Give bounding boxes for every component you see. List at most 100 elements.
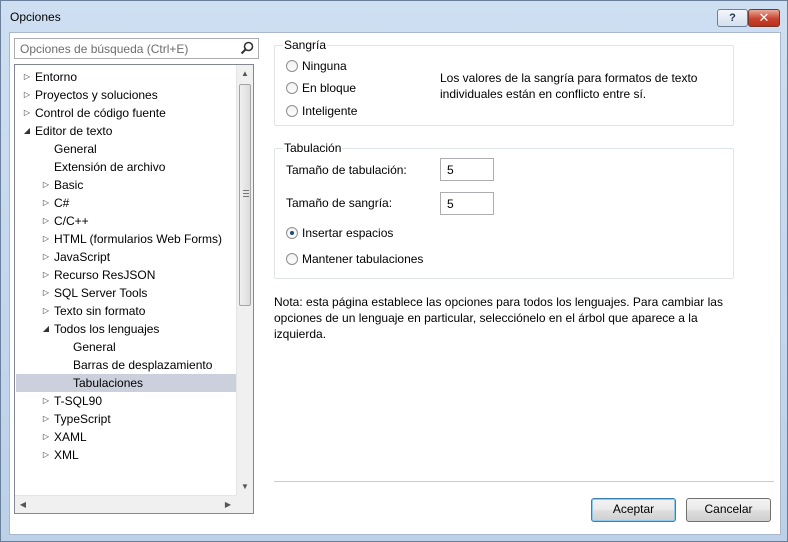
options-dialog: Opciones ? ✕ Opciones de búsqueda (Ctrl+… <box>0 0 788 542</box>
indent-size-field[interactable]: 5 <box>440 192 494 215</box>
radio-label: Inteligente <box>302 104 358 118</box>
radio-circle <box>286 227 298 239</box>
tree-item-label: C/C++ <box>54 214 89 228</box>
tabs-group-title: Tabulación <box>283 141 343 155</box>
tree-item[interactable]: Extensión de archivo <box>16 158 237 176</box>
collapsed-arrow-icon[interactable]: ▷ <box>41 194 51 212</box>
help-button[interactable]: ? <box>717 9 748 27</box>
tree-item[interactable]: ▷ Proyectos y soluciones <box>16 86 237 104</box>
tree-item[interactable]: ▷ HTML (formularios Web Forms) <box>16 230 237 248</box>
indent-size-label: Tamaño de sangría: <box>286 196 393 210</box>
tree-item-label: Extensión de archivo <box>54 160 166 174</box>
tree-item[interactable]: ▷ Basic <box>16 176 237 194</box>
collapsed-arrow-icon[interactable]: ▷ <box>22 104 32 122</box>
tree-item[interactable]: ◢ Editor de texto <box>16 122 237 140</box>
collapsed-arrow-icon[interactable]: ▷ <box>41 392 51 410</box>
indent-conflict-message: Los valores de la sangría para formatos … <box>440 70 697 102</box>
collapsed-arrow-icon[interactable]: ▷ <box>41 212 51 230</box>
tree-item[interactable]: ▷ Texto sin formato <box>16 302 237 320</box>
tree-item-label: Recurso ResJSON <box>54 268 156 282</box>
radio-circle <box>286 82 298 94</box>
tree-item-label: SQL Server Tools <box>54 286 148 300</box>
tree-item-label: General <box>54 142 97 156</box>
message-line: Los valores de la sangría para formatos … <box>440 71 698 85</box>
tab-size-label: Tamaño de tabulación: <box>286 163 407 177</box>
tree-item[interactable]: ▷ Entorno <box>16 68 237 86</box>
collapsed-arrow-icon[interactable]: ▷ <box>41 230 51 248</box>
tree-item-label: T-SQL90 <box>54 394 103 408</box>
tree-item-label: Proyectos y soluciones <box>35 88 158 102</box>
search-placeholder: Opciones de búsqueda (Ctrl+E) <box>20 42 189 56</box>
radio-label: En bloque <box>302 81 357 95</box>
options-tree[interactable]: ▷ Entorno ▷ Proyectos y soluciones ▷ Control … <box>14 64 254 514</box>
tree-item-label: Basic <box>54 178 84 192</box>
close-button[interactable]: ✕ <box>748 9 780 27</box>
tree-item-label: Control de código fuente <box>35 106 166 120</box>
dialog-content: Opciones de búsqueda (Ctrl+E) ▷ Entorno ▷ P… <box>9 32 781 535</box>
message-line: individuales están en conflicto entre sí… <box>440 87 647 101</box>
tree-item[interactable]: Barras de desplazamiento <box>16 356 237 374</box>
collapsed-arrow-icon[interactable]: ▷ <box>41 176 51 194</box>
tree-item-label: Texto sin formato <box>54 304 146 318</box>
tree-item-label: Tabulaciones <box>73 376 144 390</box>
ok-button[interactable]: Aceptar <box>591 498 676 522</box>
tree-item[interactable]: ▷ XML <box>16 446 237 464</box>
collapsed-arrow-icon[interactable]: ▷ <box>41 284 51 302</box>
tree-item-label: Entorno <box>35 70 78 84</box>
tree-item-label: C# <box>54 196 70 210</box>
scroll-down-icon[interactable]: ▼ <box>237 478 253 495</box>
tree-item[interactable]: ▷ TypeScript <box>16 410 237 428</box>
radio-circle <box>286 253 298 265</box>
footer-divider <box>274 481 774 482</box>
tree-item[interactable]: ▷ Control de código fuente <box>16 104 237 122</box>
tree-item[interactable]: ▷ JavaScript <box>16 248 237 266</box>
tree-item-label: TypeScript <box>54 412 111 426</box>
title-bar[interactable]: Opciones ? ✕ <box>1 1 787 33</box>
tree-item[interactable]: ▷ SQL Server Tools <box>16 284 237 302</box>
tree-item-label: Editor de texto <box>35 124 113 138</box>
radio-label: Mantener tabulaciones <box>302 252 424 266</box>
collapsed-arrow-icon[interactable]: ▷ <box>41 248 51 266</box>
tree-item-label: XML <box>54 448 79 462</box>
collapsed-arrow-icon[interactable]: ▷ <box>41 446 51 464</box>
tab-size-field[interactable]: 5 <box>440 158 494 181</box>
tree-vertical-scrollbar[interactable]: ▲ ▼ <box>236 65 253 495</box>
radio-circle <box>286 60 298 72</box>
tree-item[interactable]: ▷ C# <box>16 194 237 212</box>
note-line: izquierda. <box>274 327 327 341</box>
tree-item[interactable]: ▷ Recurso ResJSON <box>16 266 237 284</box>
collapsed-arrow-icon[interactable]: ▷ <box>22 86 32 104</box>
collapsed-arrow-icon[interactable]: ▷ <box>41 428 51 446</box>
tree-item-label: JavaScript <box>54 250 111 264</box>
scroll-left-icon[interactable]: ◀ <box>15 496 31 513</box>
scroll-right-icon[interactable]: ▶ <box>220 496 236 513</box>
tree-item[interactable]: ▷ C/C++ <box>16 212 237 230</box>
radio-label: Ninguna <box>302 59 347 73</box>
collapsed-arrow-icon[interactable]: ▷ <box>22 68 32 86</box>
tree-item[interactable]: ▷ T-SQL90 <box>16 392 237 410</box>
tree-item[interactable]: ▷ XAML <box>16 428 237 446</box>
tree-item-label: General <box>73 340 116 354</box>
search-icon[interactable] <box>240 41 254 55</box>
scroll-thumb[interactable] <box>239 84 251 306</box>
languages-note: Nota: esta página establece las opciones… <box>274 294 723 342</box>
tree-item-label: XAML <box>54 430 87 444</box>
expanded-arrow-icon[interactable]: ◢ <box>22 122 32 140</box>
scroll-up-icon[interactable]: ▲ <box>237 65 253 82</box>
tree-item-label: Barras de desplazamiento <box>73 358 213 372</box>
collapsed-arrow-icon[interactable]: ▷ <box>41 410 51 428</box>
expanded-arrow-icon[interactable]: ◢ <box>41 320 51 338</box>
tree-item[interactable]: General <box>16 338 237 356</box>
search-input[interactable]: Opciones de búsqueda (Ctrl+E) <box>14 38 259 59</box>
tree-item[interactable]: General <box>16 140 237 158</box>
indent-group-title: Sangría <box>283 38 328 52</box>
tree-horizontal-scrollbar[interactable]: ◀ ▶ <box>15 495 236 513</box>
cancel-button[interactable]: Cancelar <box>686 498 771 522</box>
collapsed-arrow-icon[interactable]: ▷ <box>41 266 51 284</box>
radio-label: Insertar espacios <box>302 226 394 240</box>
collapsed-arrow-icon[interactable]: ▷ <box>41 302 51 320</box>
grip-icon <box>243 190 249 197</box>
radio-selected-dot <box>290 231 294 235</box>
tree-item[interactable]: Tabulaciones <box>16 374 237 392</box>
tree-item[interactable]: ◢ Todos los lenguajes <box>16 320 237 338</box>
